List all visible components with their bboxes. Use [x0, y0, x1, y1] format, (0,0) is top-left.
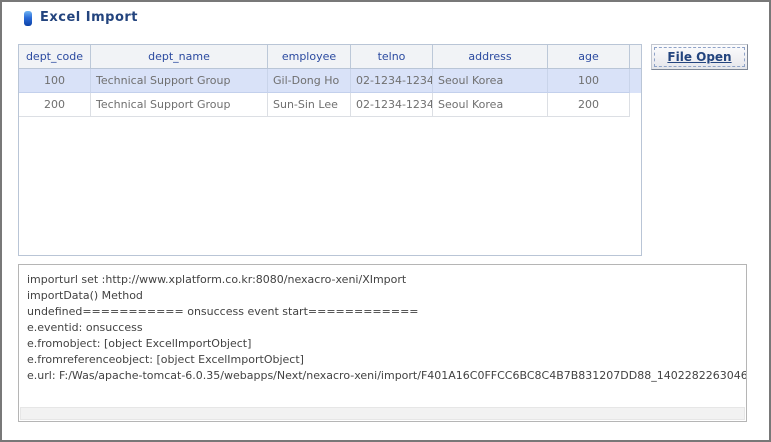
grid-cell-address[interactable]: Seoul Korea	[433, 93, 548, 117]
log-line: e.fromreferenceobject: [object ExcelImpo…	[27, 352, 738, 368]
table-row[interactable]: 200Technical Support GroupSun-Sin Lee02-…	[19, 93, 641, 117]
header-cell-dept_code[interactable]: dept_code	[19, 45, 91, 68]
header-cell-telno[interactable]: telno	[351, 45, 433, 68]
grid-cell-dept_name[interactable]: Technical Support Group	[91, 69, 268, 93]
grid-header-row: dept_codedept_nameemployeetelnoaddressag…	[19, 45, 641, 69]
log-line: e.url: F:/Was/apache-tomcat-6.0.35/webap…	[27, 368, 738, 384]
excel-import-window: Excel Import dept_codedept_nameemployeet…	[0, 0, 771, 442]
grid-cell-employee[interactable]: Gil-Dong Ho	[268, 69, 351, 93]
header-cell-dept_name[interactable]: dept_name	[91, 45, 268, 68]
log-output-area[interactable]: importurl set :http://www.xplatform.co.k…	[18, 264, 747, 422]
grid-cell-telno[interactable]: 02-1234-1234	[351, 93, 433, 117]
log-line: e.eventid: onsuccess	[27, 320, 738, 336]
header-cell-age[interactable]: age	[548, 45, 630, 68]
grid-cell-age[interactable]: 200	[548, 93, 630, 117]
log-line: undefined=========== onsuccess event sta…	[27, 304, 738, 320]
title-bullet-icon	[24, 11, 32, 26]
log-line: importurl set :http://www.xplatform.co.k…	[27, 272, 738, 288]
log-line: importData() Method	[27, 288, 738, 304]
grid-cell-dept_name[interactable]: Technical Support Group	[91, 93, 268, 117]
grid-cell-employee[interactable]: Sun-Sin Lee	[268, 93, 351, 117]
table-row[interactable]: 100Technical Support GroupGil-Dong Ho02-…	[19, 69, 641, 93]
file-open-button[interactable]: File Open	[651, 44, 748, 70]
horizontal-scrollbar[interactable]	[20, 407, 745, 420]
log-lines: importurl set :http://www.xplatform.co.k…	[19, 265, 746, 407]
page-title: Excel Import	[40, 10, 138, 25]
grid-cell-dept_code[interactable]: 200	[19, 93, 91, 117]
department-grid[interactable]: dept_codedept_nameemployeetelnoaddressag…	[18, 44, 642, 256]
header-cell-filler	[630, 45, 641, 68]
grid-cell-dept_code[interactable]: 100	[19, 69, 91, 93]
header-cell-address[interactable]: address	[433, 45, 548, 68]
grid-cell-address[interactable]: Seoul Korea	[433, 69, 548, 93]
grid-cell-age[interactable]: 100	[548, 69, 630, 93]
log-line: e.fromobject: [object ExcelImportObject]	[27, 336, 738, 352]
header-cell-employee[interactable]: employee	[268, 45, 351, 68]
grid-body: 100Technical Support GroupGil-Dong Ho02-…	[19, 69, 641, 117]
grid-cell-telno[interactable]: 02-1234-1234	[351, 69, 433, 93]
